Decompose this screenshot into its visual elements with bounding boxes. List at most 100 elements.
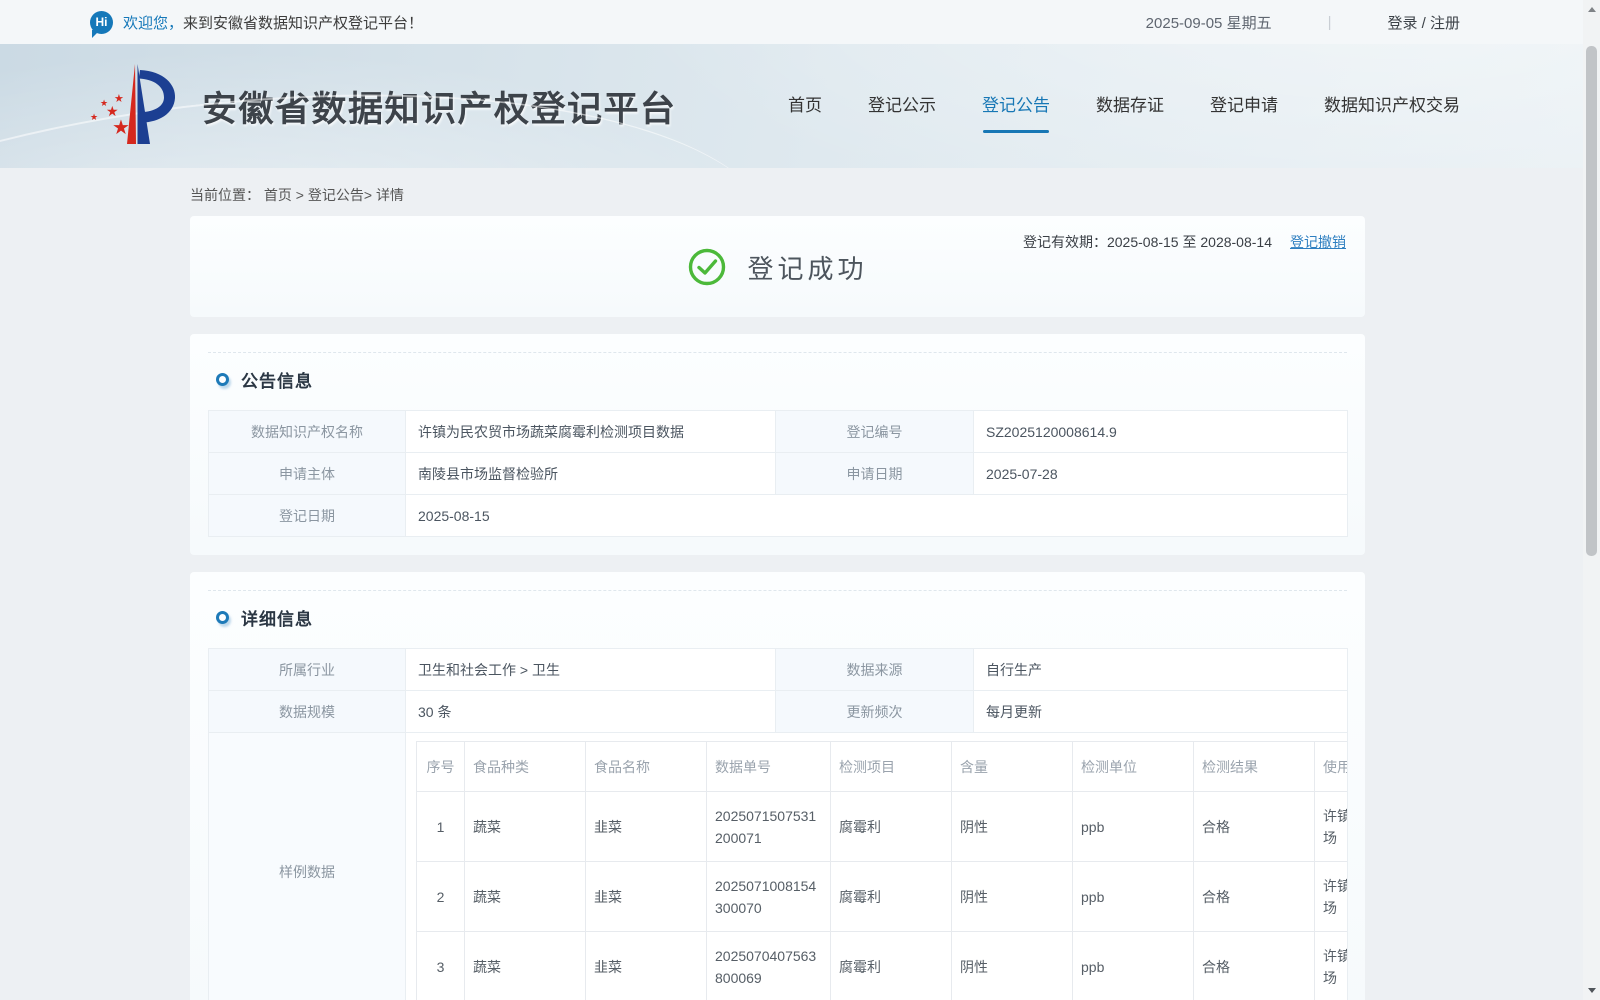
breadcrumb-home[interactable]: 首页 xyxy=(264,187,292,203)
breadcrumb-sep-1: > xyxy=(291,187,308,203)
logo-star-1: ★ xyxy=(112,117,130,139)
cell: ppb xyxy=(1072,861,1194,932)
field-label: 所属行业 xyxy=(208,648,406,691)
site-header: ★ ★ ★ ★ ★ 安徽省数据知识产权登记平台 首页 登记公示 登记公告 数据存… xyxy=(0,44,1583,168)
field-label: 数据规模 xyxy=(208,690,406,733)
registration-status-card: 登记有效期： 2025-08-15 至 2028-08-14 登记撤销 登记成功 xyxy=(190,216,1365,317)
main-nav: 首页 登记公示 登记公告 数据存证 登记申请 数据知识产权交易 xyxy=(788,94,1460,118)
cell: 合格 xyxy=(1193,861,1315,932)
cell: 蔬菜 xyxy=(464,931,586,1000)
scrollbar-thumb[interactable] xyxy=(1586,46,1597,556)
field-value: 30 条 xyxy=(405,690,776,733)
cell: 韭菜 xyxy=(585,931,707,1000)
breadcrumb-sep-2: > xyxy=(363,187,376,203)
table-row: 样例数据 序号 食品种类 食品名称 数据单号 检测项目 含量 检测单位 检测结果… xyxy=(208,732,1348,1000)
table-row: 所属行业 卫生和社会工作 > 卫生 数据来源 自行生产 xyxy=(208,648,1348,691)
cell: 3 xyxy=(416,931,465,1000)
field-value: 2025-07-28 xyxy=(973,452,1348,495)
field-value: 2025-08-15 xyxy=(405,494,1348,537)
logo-star-3: ★ xyxy=(114,93,124,105)
cell: 合格 xyxy=(1193,791,1315,862)
site-title: 安徽省数据知识产权登记平台 xyxy=(202,89,677,129)
breadcrumb-announcement[interactable]: 登记公告 xyxy=(308,187,364,203)
cell: 2 xyxy=(416,861,465,932)
detail-section-title: 详细信息 xyxy=(241,610,313,629)
logo-star-5: ★ xyxy=(90,112,98,122)
page: Hi 欢迎您， 来到安徽省数据知识产权登记平台！ 2025-09-05 星期五 … xyxy=(0,0,1600,1000)
section-bullet-icon xyxy=(216,611,229,624)
status-badge: 登记成功 xyxy=(747,253,868,284)
nav-data-attestation[interactable]: 数据存证 xyxy=(1096,94,1164,118)
field-value: 每月更新 xyxy=(973,690,1348,733)
col-header: 使用场景 xyxy=(1314,741,1347,792)
cell: ppb xyxy=(1072,931,1194,1000)
field-label: 数据知识产权名称 xyxy=(208,410,406,453)
field-label: 数据来源 xyxy=(775,648,974,691)
cell: 韭菜 xyxy=(585,791,707,862)
field-value: 许镇为民农贸市场蔬菜腐霉利检测项目数据 xyxy=(405,410,776,453)
cell: 腐霉利 xyxy=(830,931,952,1000)
col-header: 序号 xyxy=(416,741,465,792)
topbar-divider: | xyxy=(1327,13,1332,31)
field-label: 登记编号 xyxy=(775,410,974,453)
cell: 腐霉利 xyxy=(830,791,952,862)
col-header: 检测结果 xyxy=(1193,741,1315,792)
top-utility-bar: Hi 欢迎您， 来到安徽省数据知识产权登记平台！ 2025-09-05 星期五 … xyxy=(0,0,1583,44)
detail-info-card: 详细信息 所属行业 卫生和社会工作 > 卫生 数据来源 自行生产 数据规模 30… xyxy=(190,572,1365,1000)
sample-data-label: 样例数据 xyxy=(208,732,406,1000)
sample-row: 1 蔬菜 韭菜 2025071507531200071 腐霉利 阴性 ppb 合… xyxy=(416,791,1347,862)
field-value: 南陵县市场监督检验所 xyxy=(405,452,776,495)
cell: 合格 xyxy=(1193,931,1315,1000)
field-label: 申请日期 xyxy=(775,452,974,495)
cell: 蔬菜 xyxy=(464,791,586,862)
scrollbar-down-arrow-icon[interactable] xyxy=(1583,982,1600,999)
page-content: 当前位置： 首页 > 登记公告> 详情 登记有效期： 2025-08-15 至 … xyxy=(0,168,1583,1000)
cell: 韭菜 xyxy=(585,861,707,932)
nav-registration-apply[interactable]: 登记申请 xyxy=(1210,94,1278,118)
sample-header-row: 序号 食品种类 食品名称 数据单号 检测项目 含量 检测单位 检测结果 使用场景 xyxy=(416,741,1347,792)
sample-row: 3 蔬菜 韭菜 2025070407563800069 腐霉利 阴性 ppb 合… xyxy=(416,931,1347,1000)
col-header: 食品名称 xyxy=(585,741,707,792)
field-label: 申请主体 xyxy=(208,452,406,495)
col-header: 含量 xyxy=(951,741,1073,792)
cell: 2025071008154300070 xyxy=(706,861,831,932)
announcement-info-card: 公告信息 数据知识产权名称 许镇为民农贸市场蔬菜腐霉利检测项目数据 登记编号 S… xyxy=(190,334,1365,555)
cell: ppb xyxy=(1072,791,1194,862)
table-row: 数据知识产权名称 许镇为民农贸市场蔬菜腐霉利检测项目数据 登记编号 SZ2025… xyxy=(208,410,1348,453)
nav-home[interactable]: 首页 xyxy=(788,94,822,118)
cell: 阴性 xyxy=(951,861,1073,932)
welcome-text: 来到安徽省数据知识产权登记平台！ xyxy=(183,14,424,32)
sample-data-table: 序号 食品种类 食品名称 数据单号 检测项目 含量 检测单位 检测结果 使用场景 xyxy=(416,741,1347,1000)
cell: 许镇为民农贸市场 xyxy=(1314,791,1347,862)
table-row: 申请主体 南陵县市场监督检验所 申请日期 2025-07-28 xyxy=(208,452,1348,495)
nav-registration-announcement[interactable]: 登记公告 xyxy=(982,94,1050,118)
success-check-icon xyxy=(689,248,726,286)
login-register-link[interactable]: 登录 / 注册 xyxy=(1387,12,1460,33)
field-value: SZ2025120008614.9 xyxy=(973,410,1348,453)
nav-registration-publicity[interactable]: 登记公示 xyxy=(868,94,936,118)
col-header: 检测单位 xyxy=(1072,741,1194,792)
site-logo: ★ ★ ★ ★ ★ xyxy=(88,58,186,154)
breadcrumb-prefix: 当前位置： xyxy=(190,187,260,203)
vertical-scrollbar[interactable] xyxy=(1583,0,1600,1000)
scrollbar-up-arrow-icon[interactable] xyxy=(1583,1,1600,18)
section-bullet-icon xyxy=(216,373,229,386)
welcome-highlight: 欢迎您， xyxy=(123,14,184,32)
cell: 阴性 xyxy=(951,791,1073,862)
detail-info-table: 所属行业 卫生和社会工作 > 卫生 数据来源 自行生产 数据规模 30 条 更新… xyxy=(208,648,1348,1000)
sample-data-table-clip: 序号 食品种类 食品名称 数据单号 检测项目 含量 检测单位 检测结果 使用场景 xyxy=(416,741,1347,1000)
field-label: 登记日期 xyxy=(208,494,406,537)
announcement-section-title: 公告信息 xyxy=(241,372,313,391)
current-date: 2025-09-05 星期五 xyxy=(1145,14,1272,32)
hi-speech-bubble-icon: Hi xyxy=(90,10,113,38)
nav-data-ip-trade[interactable]: 数据知识产权交易 xyxy=(1324,94,1460,118)
cell: 蔬菜 xyxy=(464,861,586,932)
cell: 许镇为民农贸市场 xyxy=(1314,931,1347,1000)
col-header: 食品种类 xyxy=(464,741,586,792)
cell: 阴性 xyxy=(951,931,1073,1000)
breadcrumb: 当前位置： 首页 > 登记公告> 详情 xyxy=(190,185,1583,205)
announcement-info-table: 数据知识产权名称 许镇为民农贸市场蔬菜腐霉利检测项目数据 登记编号 SZ2025… xyxy=(208,410,1348,537)
breadcrumb-detail: 详情 xyxy=(375,187,404,203)
field-value: 卫生和社会工作 > 卫生 xyxy=(405,648,776,691)
table-row: 登记日期 2025-08-15 xyxy=(208,494,1348,537)
